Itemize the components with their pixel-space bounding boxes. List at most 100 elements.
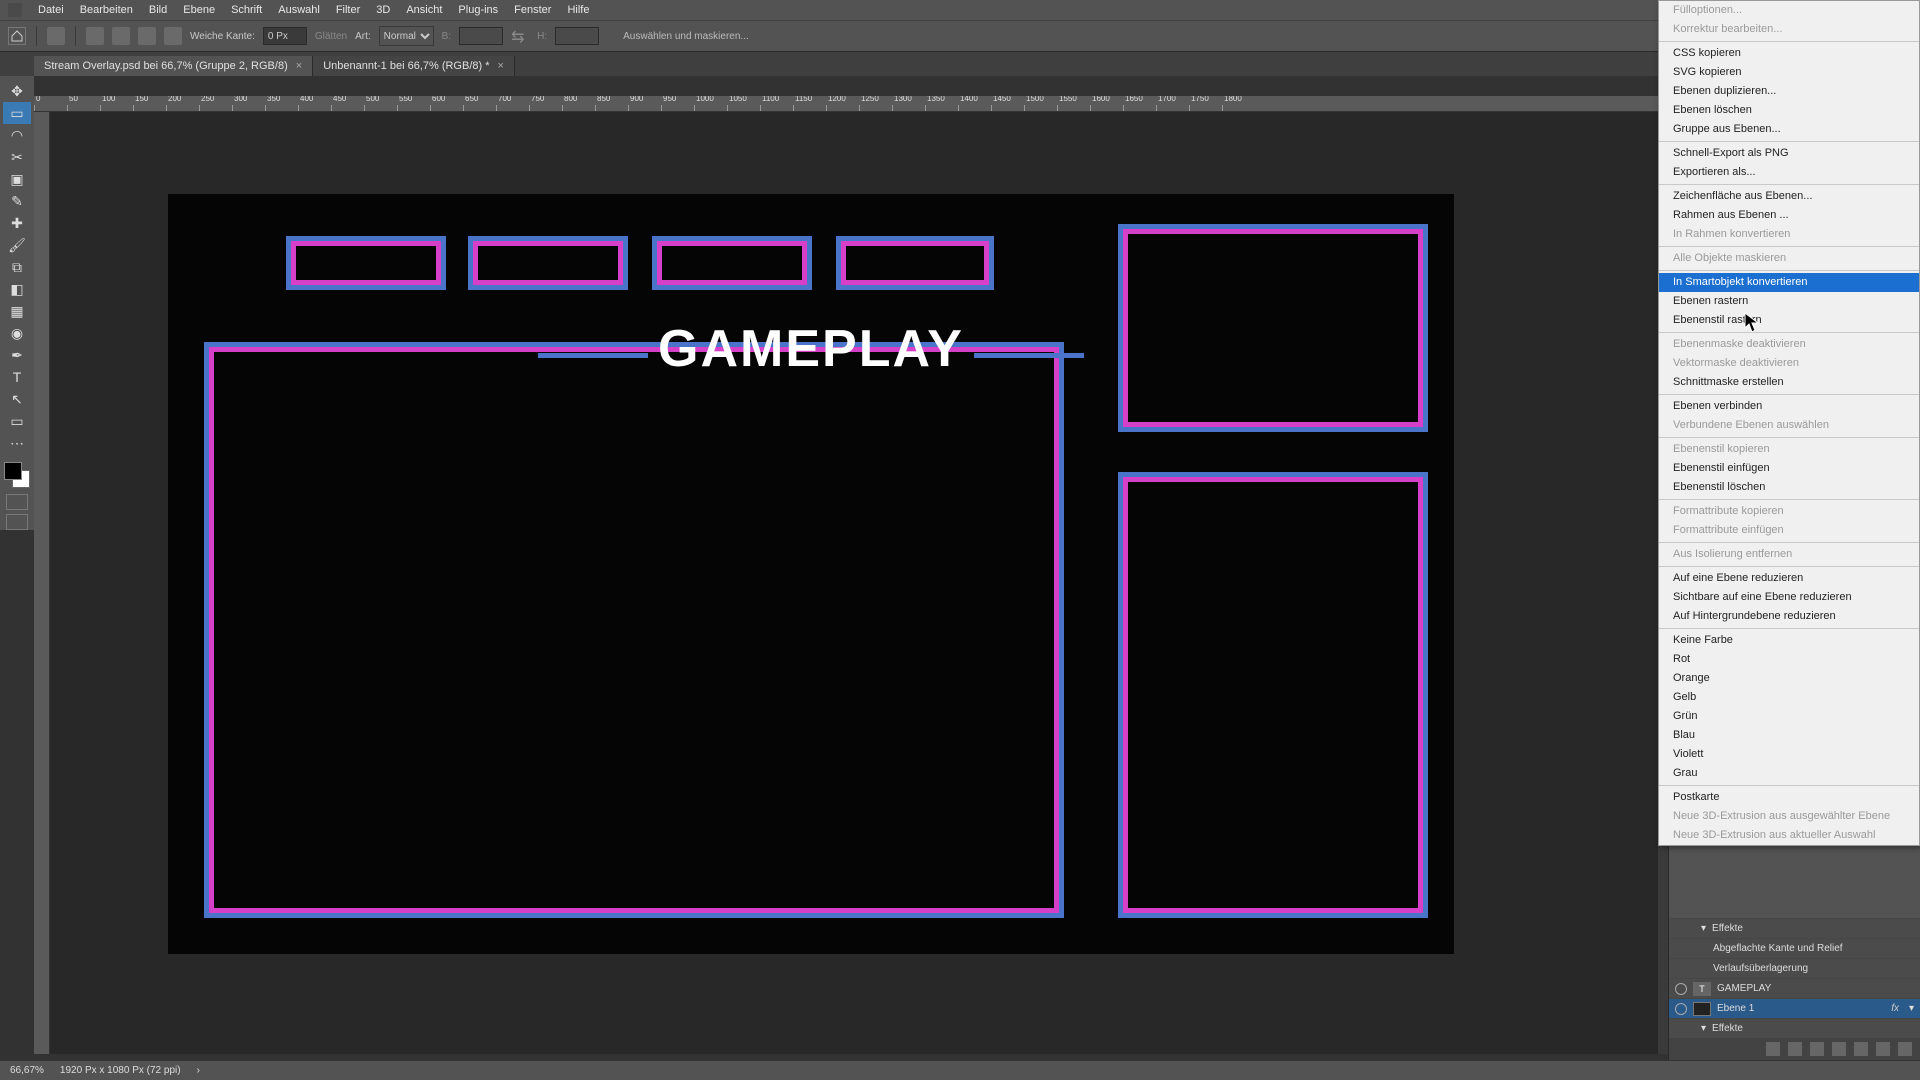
chevron-right-icon[interactable]: › <box>197 1065 200 1076</box>
eyedropper-tool-icon[interactable]: ✎ <box>3 190 31 212</box>
foreground-color-swatch[interactable] <box>4 462 22 480</box>
chevron-down-icon[interactable]: ▾ <box>1701 1023 1706 1034</box>
document-dimensions[interactable]: 1920 Px x 1080 Px (72 ppi) <box>60 1065 181 1076</box>
context-menu-item[interactable]: Gruppe aus Ebenen... <box>1659 120 1919 139</box>
context-menu-item[interactable]: Grau <box>1659 764 1919 783</box>
context-menu-item[interactable]: Rahmen aus Ebenen ... <box>1659 206 1919 225</box>
layer-effect-item[interactable]: Abgeflachte Kante und Relief <box>1669 938 1920 958</box>
feather-input[interactable] <box>263 27 307 45</box>
layer-row-gameplay[interactable]: T GAMEPLAY <box>1669 978 1920 998</box>
color-swatches[interactable] <box>4 462 30 488</box>
context-menu-item[interactable]: Keine Farbe <box>1659 631 1919 650</box>
menu-edit[interactable]: Bearbeiten <box>72 4 141 16</box>
context-menu-item[interactable]: Auf Hintergrundebene reduzieren <box>1659 607 1919 626</box>
style-select[interactable]: Normal <box>379 26 434 46</box>
ruler-horizontal[interactable]: 0501001502002503003504004505005506006507… <box>34 96 1660 112</box>
shape-tool-icon[interactable]: ▭ <box>3 410 31 432</box>
type-tool-icon[interactable]: T <box>3 366 31 388</box>
context-menu-item[interactable]: Ebenen rastern <box>1659 292 1919 311</box>
chevron-down-icon[interactable]: ▾ <box>1701 923 1706 934</box>
context-menu-item[interactable]: Exportieren als... <box>1659 163 1919 182</box>
selection-subtract-icon[interactable] <box>138 27 156 45</box>
menu-filter[interactable]: Filter <box>328 4 368 16</box>
context-menu-item[interactable]: Zeichenfläche aus Ebenen... <box>1659 187 1919 206</box>
mask-icon[interactable] <box>1810 1042 1824 1056</box>
lasso-tool-icon[interactable]: ◠ <box>3 124 31 146</box>
menu-help[interactable]: Hilfe <box>559 4 597 16</box>
context-menu-item[interactable]: Postkarte <box>1659 788 1919 807</box>
context-menu-item[interactable]: Schnell-Export als PNG <box>1659 144 1919 163</box>
pen-tool-icon[interactable]: ✒ <box>3 344 31 366</box>
select-and-mask-button[interactable]: Auswählen und maskieren... <box>623 31 749 42</box>
brush-tool-icon[interactable]: 🖌 <box>3 234 31 256</box>
selection-new-icon[interactable] <box>86 27 104 45</box>
context-menu-item[interactable]: Sichtbare auf eine Ebene reduzieren <box>1659 588 1919 607</box>
blur-tool-icon[interactable]: ◉ <box>3 322 31 344</box>
close-icon[interactable]: × <box>296 60 302 72</box>
layer-effects-row[interactable]: ▾ Effekte <box>1669 918 1920 938</box>
menu-select[interactable]: Auswahl <box>270 4 328 16</box>
selection-intersect-icon[interactable] <box>164 27 182 45</box>
path-tool-icon[interactable]: ↖ <box>3 388 31 410</box>
document-tab-active[interactable]: Unbenannt-1 bei 66,7% (RGB/8) * × <box>313 56 515 76</box>
more-tools-icon[interactable]: ⋯ <box>3 432 31 454</box>
context-menu-item[interactable]: Gelb <box>1659 688 1919 707</box>
home-button[interactable] <box>8 27 26 45</box>
context-menu-item[interactable]: Ebenen duplizieren... <box>1659 82 1919 101</box>
menu-plugins[interactable]: Plug-ins <box>450 4 506 16</box>
stamp-tool-icon[interactable]: ⧉ <box>3 256 31 278</box>
fx-badge[interactable]: fx <box>1891 1003 1899 1014</box>
menu-view[interactable]: Ansicht <box>398 4 450 16</box>
context-menu-item[interactable]: Rot <box>1659 650 1919 669</box>
context-menu-item[interactable]: In Smartobjekt konvertieren <box>1659 273 1919 292</box>
gradient-tool-icon[interactable]: ▦ <box>3 300 31 322</box>
adjustment-icon[interactable] <box>1832 1042 1846 1056</box>
context-menu-item[interactable]: Violett <box>1659 745 1919 764</box>
visibility-eye-icon[interactable] <box>1675 1003 1687 1015</box>
context-menu-item[interactable]: Schnittmaske erstellen <box>1659 373 1919 392</box>
ruler-vertical[interactable] <box>34 112 50 1054</box>
context-menu-item[interactable]: SVG kopieren <box>1659 63 1919 82</box>
quick-mask-icon[interactable] <box>6 514 28 530</box>
crop-tool-icon[interactable]: ✂ <box>3 146 31 168</box>
layer-row-ebene1[interactable]: Ebene 1 fx ▾ <box>1669 998 1920 1018</box>
context-menu-item[interactable]: Ebenenstil einfügen <box>1659 459 1919 478</box>
document-tab[interactable]: Stream Overlay.psd bei 66,7% (Gruppe 2, … <box>34 56 313 76</box>
menu-layer[interactable]: Ebene <box>175 4 223 16</box>
layer-effect-item[interactable]: Verlaufsüberlagerung <box>1669 958 1920 978</box>
layer-name[interactable]: Ebene 1 <box>1717 1003 1754 1014</box>
layer-effects-row[interactable]: ▾ Effekte <box>1669 1018 1920 1038</box>
context-menu-item[interactable]: Blau <box>1659 726 1919 745</box>
trash-icon[interactable] <box>1898 1042 1912 1056</box>
group-icon[interactable] <box>1854 1042 1868 1056</box>
visibility-eye-icon[interactable] <box>1675 983 1687 995</box>
zoom-level[interactable]: 66,67% <box>10 1065 44 1076</box>
layer-thumbnail-icon[interactable] <box>1693 1002 1711 1016</box>
fx-icon[interactable] <box>1788 1042 1802 1056</box>
canvas-area[interactable]: GAMEPLAY <box>50 112 1660 1054</box>
menu-window[interactable]: Fenster <box>506 4 559 16</box>
layer-name[interactable]: GAMEPLAY <box>1717 983 1771 994</box>
menu-type[interactable]: Schrift <box>223 4 270 16</box>
context-menu-item[interactable]: Orange <box>1659 669 1919 688</box>
marquee-tool-icon[interactable]: ▭ <box>3 102 31 124</box>
context-menu-item[interactable]: Ebenenstil rastern <box>1659 311 1919 330</box>
frame-tool-icon[interactable]: ▣ <box>3 168 31 190</box>
context-menu-item[interactable]: Auf eine Ebene reduzieren <box>1659 569 1919 588</box>
context-menu-item[interactable]: Ebenen verbinden <box>1659 397 1919 416</box>
context-menu-item[interactable]: Ebenen löschen <box>1659 101 1919 120</box>
context-menu-item[interactable]: Ebenenstil löschen <box>1659 478 1919 497</box>
context-menu-item[interactable]: CSS kopieren <box>1659 44 1919 63</box>
menu-3d[interactable]: 3D <box>368 4 398 16</box>
link-layers-icon[interactable] <box>1766 1042 1780 1056</box>
menu-image[interactable]: Bild <box>141 4 175 16</box>
marquee-tool-icon[interactable] <box>47 27 65 45</box>
close-icon[interactable]: × <box>498 60 504 72</box>
move-tool-icon[interactable]: ✥ <box>3 80 31 102</box>
context-menu-item[interactable]: Grün <box>1659 707 1919 726</box>
selection-add-icon[interactable] <box>112 27 130 45</box>
new-layer-icon[interactable] <box>1876 1042 1890 1056</box>
screen-mode-icon[interactable] <box>6 494 28 510</box>
eraser-tool-icon[interactable]: ◧ <box>3 278 31 300</box>
menu-file[interactable]: Datei <box>30 4 72 16</box>
